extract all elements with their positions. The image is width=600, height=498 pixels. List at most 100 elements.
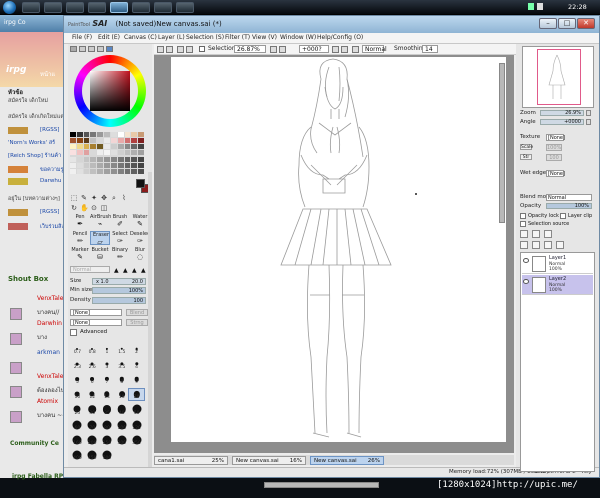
color-swatch[interactable] [110, 162, 117, 168]
transparent-color-icon[interactable]: ◫ [100, 204, 108, 212]
brush-size-preset[interactable]: 1 [100, 344, 115, 355]
brush-size-preset[interactable]: 350 [129, 435, 144, 446]
color-swatch[interactable] [117, 132, 124, 137]
color-swatch[interactable] [104, 150, 110, 156]
tab-document-3[interactable]: New canvas.sai 26% [310, 456, 384, 465]
brush-size-preset[interactable]: 7 [100, 374, 115, 385]
color-swatch[interactable] [117, 162, 124, 168]
avatar[interactable] [10, 411, 22, 423]
texture-select[interactable]: [None] [546, 134, 565, 141]
rotate-icon[interactable]: ↻ [70, 204, 78, 212]
user-name[interactable]: Darwhin [37, 320, 62, 327]
tool-airbrush[interactable]: AirBrush ⌁ [90, 214, 111, 228]
menu-canvas[interactable]: Canvas (C) [124, 34, 157, 41]
undo-icon[interactable] [157, 46, 164, 53]
tab-document-2[interactable]: New canvas.sai 16% [232, 456, 306, 465]
menu-selection[interactable]: Selection (S) [186, 34, 224, 41]
menu-help-config[interactable]: Help/Config (O) [317, 34, 363, 41]
color-swatch[interactable] [117, 144, 124, 150]
color-swatch[interactable] [124, 156, 131, 162]
layer-clip-checkbox[interactable] [560, 213, 566, 219]
color-swatch[interactable] [104, 138, 110, 144]
select-rect-icon[interactable]: ⬚ [70, 194, 78, 202]
brush-size-preset[interactable]: 0.8 [85, 344, 100, 355]
topic-link[interactable]: สมัครใจ เด็กเกิดใหม่แต่ [8, 113, 68, 121]
navigator-preview[interactable] [522, 46, 594, 108]
zoom-out-icon[interactable] [270, 46, 277, 53]
deselect-icon[interactable] [177, 46, 184, 53]
color-swatch[interactable] [104, 162, 110, 168]
visibility-eye-icon[interactable] [523, 258, 529, 263]
brush-size-preset[interactable]: 100 [114, 420, 129, 431]
flip-icon[interactable] [352, 46, 359, 53]
color-swatch[interactable] [131, 168, 138, 174]
color-swatch[interactable] [110, 132, 117, 137]
color-swatch[interactable] [131, 150, 138, 156]
color-swatch[interactable] [138, 168, 144, 174]
menu-file[interactable]: File (F) [72, 34, 92, 41]
color-swatch[interactable] [76, 162, 83, 168]
menu-window[interactable]: Window (W) [280, 34, 316, 41]
navigator-angle-slider[interactable]: +0000 [540, 119, 584, 125]
user-name[interactable]: VenxTale [37, 373, 63, 380]
taskbar-button-firefox[interactable] [88, 2, 106, 13]
magic-wand-icon[interactable]: ✦ [90, 194, 98, 202]
color-swatch[interactable] [70, 132, 76, 137]
color-swatch[interactable] [83, 132, 90, 137]
color-swatch[interactable] [76, 150, 83, 156]
color-swatch[interactable] [83, 162, 90, 168]
avatar[interactable] [10, 386, 22, 398]
layer-item-2[interactable]: Layer2 Normal 100% [522, 275, 593, 295]
tool-brush[interactable]: Brush ✐ [110, 214, 130, 228]
brush-mode-select[interactable]: Normal [70, 266, 110, 273]
color-swatch[interactable] [90, 162, 97, 168]
topic-link[interactable]: สมัครใจ เด็กใหม่ [8, 97, 68, 105]
color-swatch[interactable] [97, 150, 104, 156]
volume-icon[interactable] [537, 3, 543, 10]
browser-tab[interactable]: irpg Co [0, 15, 70, 32]
hsv-slider-tab-icon[interactable] [88, 46, 95, 52]
size-multiplier[interactable]: x 1.0 [96, 279, 109, 285]
menu-view[interactable]: View (V) [252, 34, 277, 41]
color-swatch[interactable] [70, 156, 76, 162]
color-swatches[interactable] [70, 132, 144, 174]
drawing-canvas[interactable] [171, 57, 506, 442]
color-swatch[interactable] [138, 162, 144, 168]
brush-size-preset[interactable]: 10 [70, 389, 85, 400]
brush-size-preset[interactable]: 400 [70, 450, 85, 461]
color-wheel-tab-icon[interactable] [70, 46, 77, 52]
brush-size-preset[interactable]: 2 [129, 344, 144, 355]
transfer-down-icon[interactable] [520, 241, 528, 249]
menu-layer[interactable]: Layer (L) [158, 34, 185, 41]
brush-size-preset[interactable]: 70 [85, 420, 100, 431]
brush-shape-round-icon[interactable]: ▲ [114, 267, 119, 274]
color-swatch[interactable] [97, 132, 104, 137]
color-swatch[interactable] [90, 138, 97, 144]
avatar[interactable] [10, 362, 22, 374]
color-swatch[interactable] [83, 144, 90, 150]
brush-size-preset[interactable]: 20 [128, 388, 145, 402]
site-logo[interactable]: irpg [6, 65, 26, 75]
redo-icon[interactable] [166, 46, 173, 53]
color-swatch[interactable] [131, 156, 138, 162]
color-swatch[interactable] [110, 156, 117, 162]
brush-size-preset[interactable]: 450 [85, 450, 100, 461]
color-swatch[interactable] [138, 138, 144, 144]
canvas-area[interactable] [154, 55, 514, 488]
topic-link[interactable]: อยู่ใน [บทความต่างๆ] [8, 195, 68, 203]
color-swatch[interactable] [97, 168, 104, 174]
color-swatch[interactable] [76, 138, 83, 144]
tool-pencil[interactable]: Pencil ✏ [70, 231, 90, 245]
tool-eraser[interactable]: Eraser ▱ [90, 230, 110, 246]
brush-size-preset[interactable]: 3.5 [114, 359, 129, 370]
color-swatch[interactable] [90, 132, 97, 137]
brush-shape-soft-icon[interactable]: ▲ [132, 267, 137, 274]
opacity-lock-checkbox[interactable] [520, 213, 526, 219]
advanced-checkbox[interactable] [70, 329, 77, 336]
rotation-field[interactable]: +000? [299, 45, 329, 53]
wet-edge-select[interactable]: [None] [546, 170, 565, 177]
new-folder-icon[interactable] [544, 230, 552, 238]
color-swatch[interactable] [97, 156, 104, 162]
opacity-slider[interactable]: 100% [546, 203, 592, 209]
network-icon[interactable] [528, 3, 534, 10]
